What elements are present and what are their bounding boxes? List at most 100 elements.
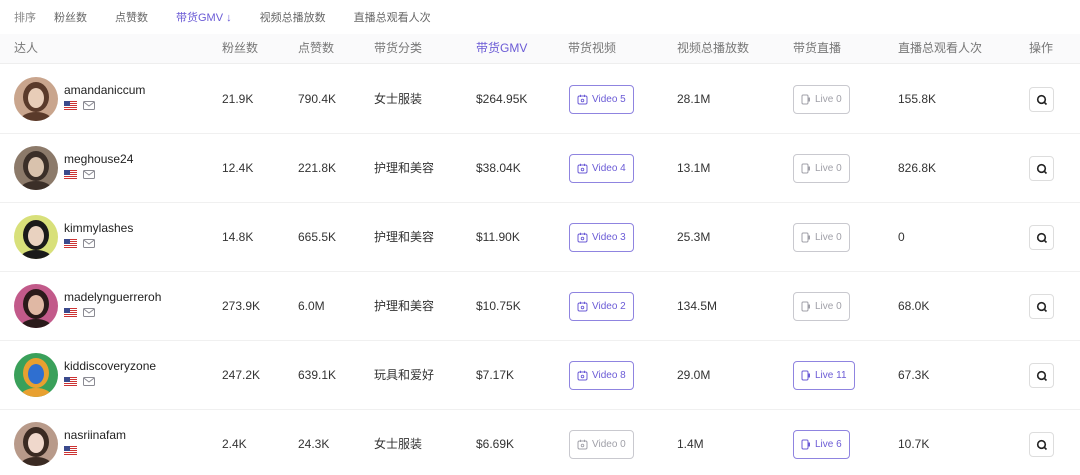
col-live-viewers[interactable]: 直播总观看人次	[898, 34, 982, 64]
live-camera-icon	[801, 94, 810, 105]
col-gmv[interactable]: 带货GMV	[476, 34, 527, 64]
video-count-button[interactable]: Video 0	[569, 430, 634, 459]
video-count-button[interactable]: Video 8	[569, 361, 634, 390]
creator-badges	[64, 308, 95, 317]
gmv-value: $10.75K	[476, 299, 521, 313]
video-views-value: 1.4M	[677, 437, 704, 451]
mail-icon[interactable]	[83, 377, 95, 386]
table-row: amandaniccum 21.9K 790.4K 女士服装 $264.95K Video…	[0, 65, 1080, 134]
category-value: 玩具和爱好	[374, 368, 435, 382]
col-actions: 操作	[1029, 41, 1054, 55]
creator-name[interactable]: meghouse24	[64, 152, 133, 166]
view-details-button[interactable]	[1029, 225, 1054, 250]
sort-option-likes[interactable]: 点赞数	[115, 9, 148, 25]
video-views-value: 25.3M	[677, 230, 711, 244]
likes-value: 6.0M	[298, 299, 325, 313]
mail-icon[interactable]	[83, 101, 95, 110]
mail-icon[interactable]	[83, 170, 95, 179]
view-details-button[interactable]	[1029, 363, 1054, 388]
video-views-value: 134.5M	[677, 299, 718, 313]
category-value: 护理和美容	[374, 299, 435, 313]
video-count-label: Video 0	[592, 438, 626, 450]
live-count-button[interactable]: Live 0	[793, 85, 850, 114]
creator-badges	[64, 377, 95, 386]
table-row: kiddiscoveryzone 247.2K 639.1K 玩具和爱好 $7.17K V…	[0, 341, 1080, 410]
live-count-button[interactable]: Live 11	[793, 361, 855, 390]
live-count-label: Live 0	[815, 93, 842, 105]
creator-name[interactable]: kimmylashes	[64, 221, 133, 235]
live-count-label: Live 0	[815, 231, 842, 243]
live-count-button[interactable]: Live 0	[793, 292, 850, 321]
col-likes[interactable]: 点赞数	[298, 34, 334, 64]
gmv-value: $6.69K	[476, 437, 515, 451]
search-icon	[1036, 94, 1047, 105]
sort-option-followers[interactable]: 粉丝数	[54, 9, 87, 25]
mail-icon[interactable]	[83, 239, 95, 248]
avatar[interactable]	[14, 77, 58, 121]
col-video-views[interactable]: 视频总播放数	[677, 34, 749, 64]
col-followers[interactable]: 粉丝数	[222, 34, 258, 64]
us-flag-icon	[64, 446, 77, 455]
likes-value: 639.1K	[298, 368, 337, 382]
calendar-icon	[577, 439, 588, 450]
live-count-button[interactable]: Live 0	[793, 223, 850, 252]
likes-value: 665.5K	[298, 230, 337, 244]
creator-badges	[64, 446, 77, 455]
creator-name[interactable]: nasriinafam	[64, 428, 126, 442]
live-camera-icon	[801, 439, 810, 450]
creator-name[interactable]: kiddiscoveryzone	[64, 359, 156, 373]
live-camera-icon	[801, 163, 810, 174]
table-row: nasriinafam 2.4K 24.3K 女士服装 $6.69K Video 0 1.4…	[0, 410, 1080, 475]
video-count-button[interactable]: Video 2	[569, 292, 634, 321]
mail-icon[interactable]	[83, 308, 95, 317]
gmv-value: $38.04K	[476, 161, 521, 175]
video-count-button[interactable]: Video 4	[569, 154, 634, 183]
us-flag-icon	[64, 377, 77, 386]
avatar[interactable]	[14, 353, 58, 397]
view-details-button[interactable]	[1029, 156, 1054, 181]
creator-name[interactable]: madelynguerreroh	[64, 290, 161, 304]
gmv-value: $11.90K	[476, 230, 520, 244]
live-viewers-value: 68.0K	[898, 299, 930, 313]
avatar[interactable]	[14, 215, 58, 259]
live-count-button[interactable]: Live 0	[793, 154, 850, 183]
avatar[interactable]	[14, 284, 58, 328]
creator-badges	[64, 170, 95, 179]
followers-value: 273.9K	[222, 299, 261, 313]
col-creator: 达人	[14, 41, 39, 55]
search-icon	[1036, 232, 1047, 243]
search-icon	[1036, 301, 1047, 312]
likes-value: 790.4K	[298, 92, 337, 106]
sort-option-gmv[interactable]: 带货GMV ↓	[176, 9, 232, 25]
live-count-label: Live 0	[815, 162, 842, 174]
video-count-button[interactable]: Video 5	[569, 85, 634, 114]
sort-bar: 排序 粉丝数 点赞数 带货GMV ↓ 视频总播放数 直播总观看人次	[0, 0, 1080, 34]
view-details-button[interactable]	[1029, 294, 1054, 319]
likes-value: 221.8K	[298, 161, 337, 175]
video-count-label: Video 2	[592, 300, 626, 312]
live-viewers-value: 67.3K	[898, 368, 930, 382]
sort-option-video-views[interactable]: 视频总播放数	[260, 9, 326, 25]
creator-name[interactable]: amandaniccum	[64, 83, 145, 97]
live-viewers-value: 826.8K	[898, 161, 937, 175]
calendar-icon	[577, 232, 588, 243]
avatar[interactable]	[14, 422, 58, 466]
video-count-label: Video 5	[592, 93, 626, 105]
category-value: 女士服装	[374, 437, 423, 451]
followers-value: 12.4K	[222, 161, 254, 175]
avatar[interactable]	[14, 146, 58, 190]
live-count-button[interactable]: Live 6	[793, 430, 850, 459]
col-lives: 带货直播	[793, 41, 842, 55]
search-icon	[1036, 370, 1047, 381]
us-flag-icon	[64, 308, 77, 317]
calendar-icon	[577, 94, 588, 105]
calendar-icon	[577, 301, 588, 312]
sort-label: 排序	[14, 12, 36, 24]
col-videos: 带货视频	[568, 41, 617, 55]
view-details-button[interactable]	[1029, 432, 1054, 457]
followers-value: 2.4K	[222, 437, 247, 451]
view-details-button[interactable]	[1029, 87, 1054, 112]
video-count-button[interactable]: Video 3	[569, 223, 634, 252]
sort-option-live-viewers[interactable]: 直播总观看人次	[354, 9, 431, 25]
followers-value: 247.2K	[222, 368, 261, 382]
